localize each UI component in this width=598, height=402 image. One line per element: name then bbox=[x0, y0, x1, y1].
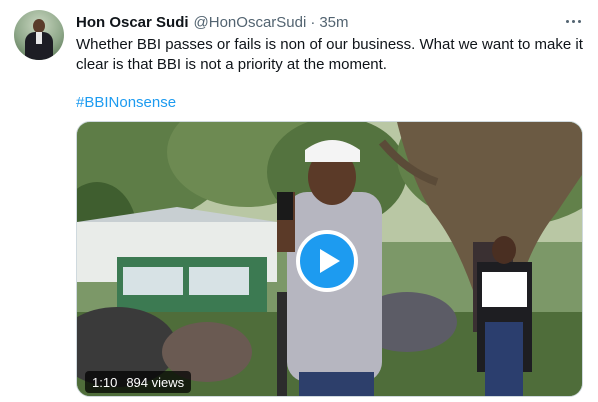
video-duration: 1:10 bbox=[92, 374, 118, 390]
video-player[interactable]: 1:10 894 views bbox=[76, 121, 583, 397]
video-stats: 1:10 894 views bbox=[85, 371, 192, 393]
video-view-count: 894 views bbox=[126, 374, 185, 390]
author-name[interactable]: Hon Oscar Sudi bbox=[76, 14, 189, 31]
tweet-text: Whether BBI passes or fails is non of ou… bbox=[76, 36, 583, 73]
avatar[interactable] bbox=[14, 10, 64, 60]
tweet-header: Hon Oscar Sudi @HonOscarSudi · 35m bbox=[76, 12, 349, 32]
separator: · bbox=[310, 13, 316, 31]
timestamp[interactable]: 35m bbox=[319, 14, 348, 31]
more-options-icon[interactable] bbox=[562, 10, 584, 32]
author-handle[interactable]: @HonOscarSudi bbox=[194, 14, 307, 31]
hashtag-link[interactable]: #BBINonsense bbox=[76, 93, 176, 113]
play-icon[interactable] bbox=[296, 230, 358, 292]
tweet: Hon Oscar Sudi @HonOscarSudi · 35m Wheth… bbox=[0, 0, 598, 402]
